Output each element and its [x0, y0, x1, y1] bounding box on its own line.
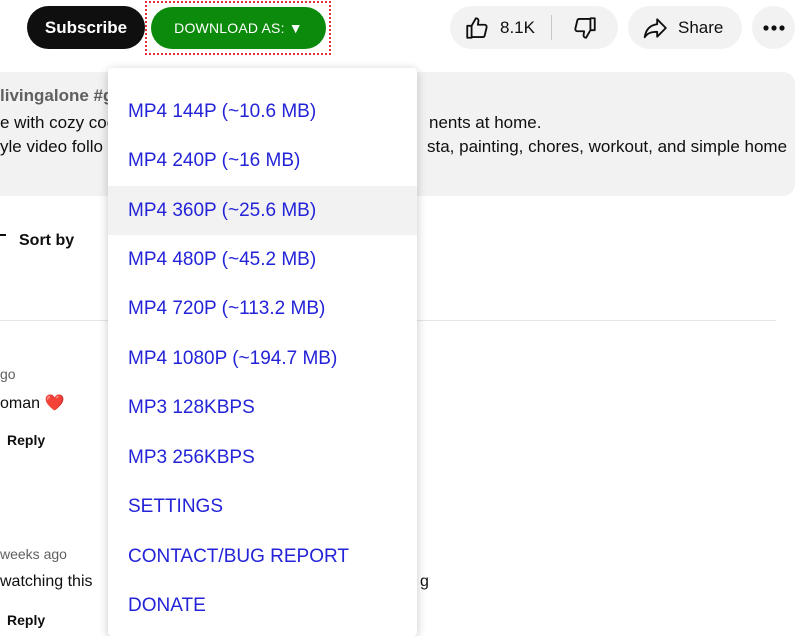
subscribe-button[interactable]: Subscribe: [27, 6, 145, 49]
heart-emoji-icon: ❤️: [44, 395, 65, 412]
more-actions-button[interactable]: [752, 6, 795, 49]
menu-item-contact-bug-report[interactable]: CONTACT/BUG REPORT: [108, 532, 417, 581]
reply-button[interactable]: Reply: [7, 432, 45, 448]
menu-item-mp4-240p[interactable]: MP4 240P (~16 MB): [108, 136, 417, 185]
share-button[interactable]: Share: [628, 6, 742, 49]
menu-item-mp3-256kbps[interactable]: MP3 256KBPS: [108, 433, 417, 482]
description-line-1: e with cozy coo: [0, 113, 117, 132]
more-dots-icon: [762, 24, 785, 31]
sort-by-button[interactable]: Sort by: [19, 232, 74, 250]
comment-text-body: oman: [0, 395, 41, 412]
download-as-button[interactable]: DOWNLOAD AS: ▼: [151, 7, 326, 49]
download-dropdown-menu: MP4 144P (~10.6 MB) MP4 240P (~16 MB) MP…: [108, 68, 417, 636]
thumbs-down-icon: [574, 16, 596, 39]
comment-text: oman ❤️: [0, 393, 64, 413]
menu-item-mp3-128kbps[interactable]: MP3 128KBPS: [108, 383, 417, 432]
menu-item-settings[interactable]: SETTINGS: [108, 482, 417, 531]
download-highlight-frame: DOWNLOAD AS: ▼: [145, 1, 331, 55]
share-arrow-icon: [643, 17, 667, 38]
description-line-1-end: nents at home.: [429, 113, 542, 132]
comment-timestamp[interactable]: go: [0, 366, 16, 382]
menu-item-mp4-360p[interactable]: MP4 360P (~25.6 MB): [108, 186, 417, 235]
comment-text-end: g: [420, 573, 429, 590]
comment-text: watching this: [0, 573, 93, 590]
description-line-2-end: sta, painting, chores, workout, and simp…: [427, 137, 788, 156]
sort-icon: [0, 234, 6, 236]
description-line-2: yle video follo: [0, 137, 104, 156]
comment-timestamp[interactable]: weeks ago: [0, 546, 67, 562]
thumbs-up-icon: [466, 16, 488, 39]
description-hashtags[interactable]: livingalone #gl: [0, 86, 118, 106]
menu-item-donate[interactable]: DONATE: [108, 581, 417, 630]
share-label: Share: [678, 17, 724, 37]
like-button[interactable]: 8.1K: [450, 6, 550, 49]
like-dislike-group: 8.1K: [450, 6, 618, 49]
menu-item-mp4-144p[interactable]: MP4 144P (~10.6 MB): [108, 87, 417, 136]
menu-item-mp4-720p[interactable]: MP4 720P (~113.2 MB): [108, 284, 417, 333]
menu-item-mp4-1080p[interactable]: MP4 1080P (~194.7 MB): [108, 334, 417, 383]
like-count: 8.1K: [500, 17, 535, 37]
menu-item-mp4-480p[interactable]: MP4 480P (~45.2 MB): [108, 235, 417, 284]
dislike-button[interactable]: [552, 6, 618, 49]
reply-button[interactable]: Reply: [7, 612, 45, 628]
